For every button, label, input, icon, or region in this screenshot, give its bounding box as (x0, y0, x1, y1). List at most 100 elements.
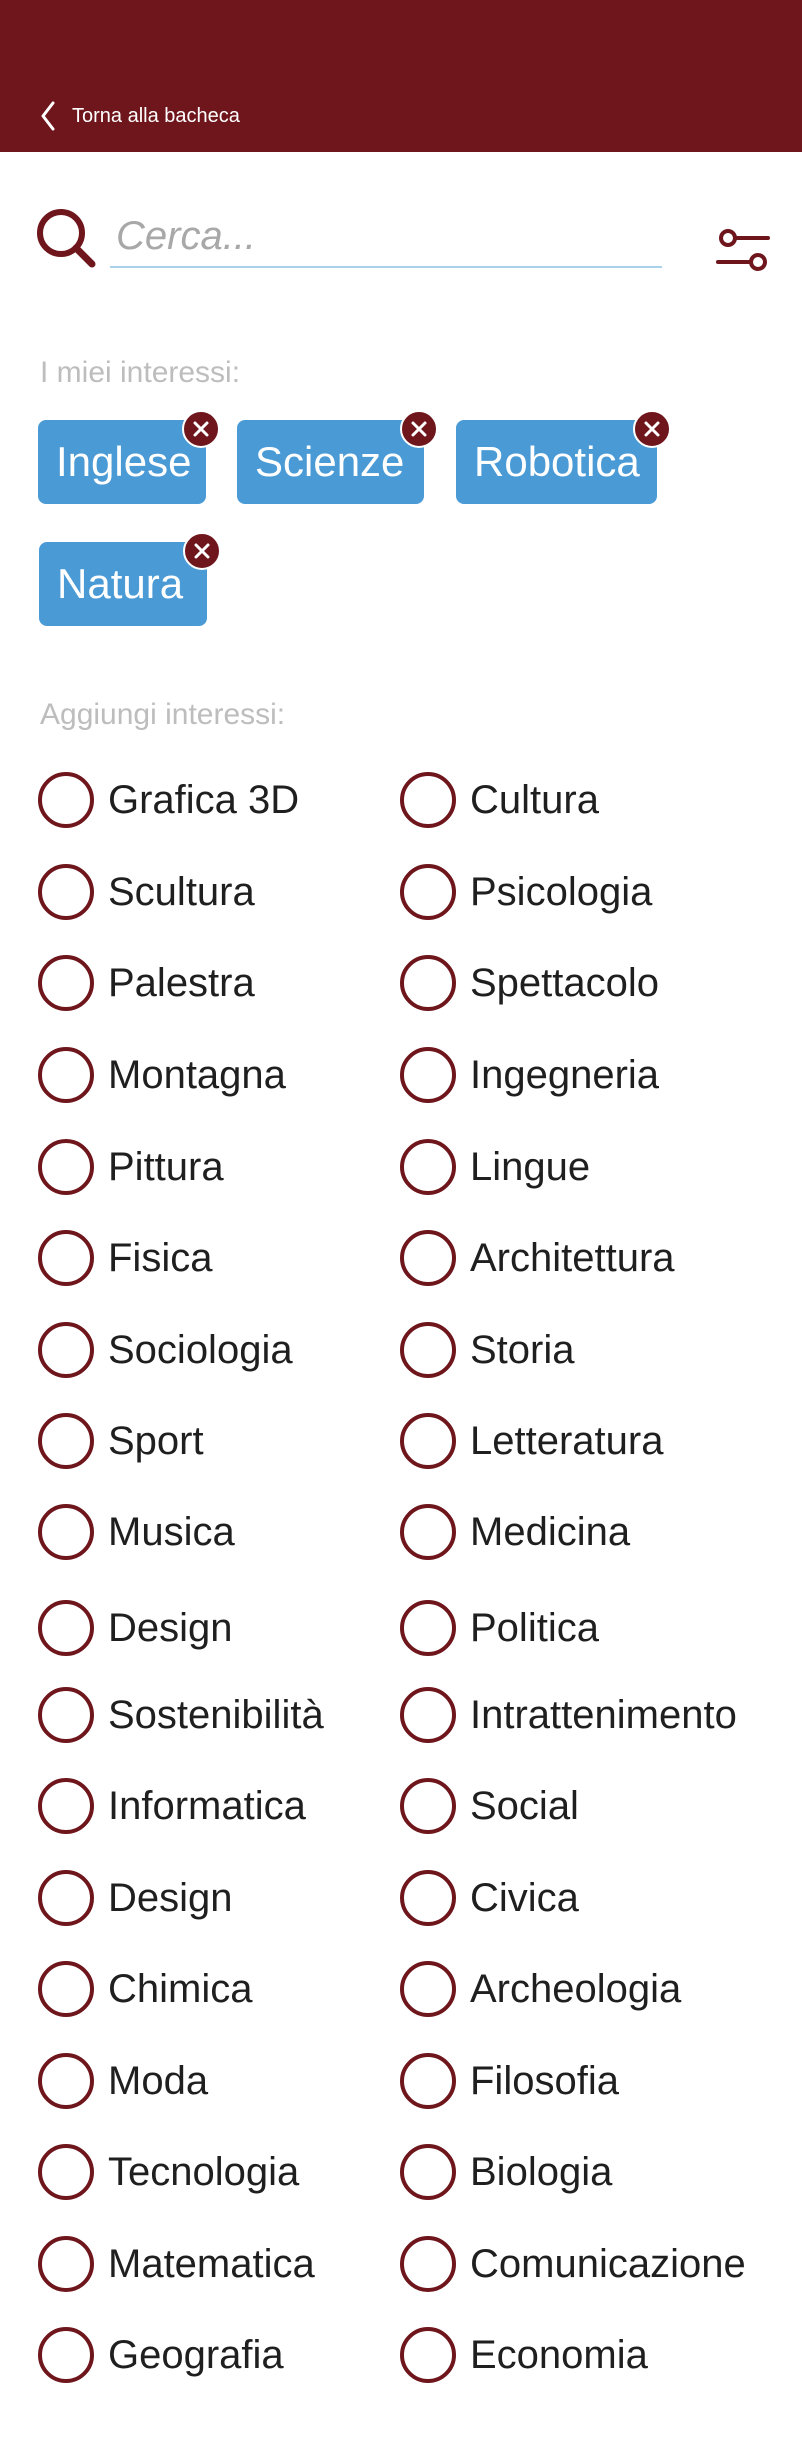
radio-empty-icon[interactable] (400, 1139, 456, 1195)
interest-option[interactable]: Grafica 3D (38, 770, 299, 830)
interest-option-label: Musica (108, 1509, 235, 1554)
interest-option[interactable]: Scultura (38, 862, 255, 922)
interest-option[interactable]: Informatica (38, 1776, 306, 1836)
interest-option[interactable]: Spettacolo (400, 953, 659, 1013)
radio-empty-icon[interactable] (38, 2053, 94, 2109)
interest-option[interactable]: Comunicazione (400, 2234, 746, 2294)
add-interests-label: Aggiungi interessi: (40, 698, 286, 731)
radio-empty-icon[interactable] (38, 1230, 94, 1286)
interest-option[interactable]: Economia (400, 2325, 648, 2385)
radio-empty-icon[interactable] (38, 1600, 94, 1656)
chevron-left-icon (41, 101, 55, 131)
radio-empty-icon[interactable] (38, 1687, 94, 1743)
interest-option-label: Chimica (108, 1966, 253, 2011)
radio-empty-icon[interactable] (400, 1047, 456, 1103)
interest-option-label: Lingue (470, 1144, 591, 1189)
interest-option-label: Ingegneria (470, 1052, 660, 1097)
radio-empty-icon[interactable] (400, 955, 456, 1011)
back-button[interactable]: Torna alla bacheca (38, 96, 240, 136)
interest-option[interactable]: Tecnologia (38, 2142, 299, 2202)
radio-empty-icon[interactable] (38, 1139, 94, 1195)
interest-option[interactable]: Cultura (400, 770, 599, 830)
interest-option[interactable]: Letteratura (400, 1411, 663, 1471)
interest-option[interactable]: Psicologia (400, 862, 652, 922)
interest-option-label: Tecnologia (108, 2149, 300, 2194)
interest-option[interactable]: Social (400, 1776, 579, 1836)
interest-option[interactable]: Medicina (400, 1502, 630, 1562)
interest-option[interactable]: Sociologia (38, 1320, 293, 1380)
radio-empty-icon[interactable] (38, 2236, 94, 2292)
interest-option[interactable]: Intrattenimento (400, 1685, 737, 1745)
radio-empty-icon[interactable] (400, 2327, 456, 2383)
interest-option[interactable]: Civica (400, 1868, 579, 1928)
interest-option[interactable]: Pittura (38, 1137, 224, 1197)
interest-option[interactable]: Palestra (38, 953, 255, 1013)
interest-option[interactable]: Sport (38, 1411, 204, 1471)
close-icon (644, 421, 660, 437)
close-icon (194, 543, 210, 559)
interest-option-label: Economia (470, 2332, 648, 2377)
interest-option[interactable]: Lingue (400, 1137, 590, 1197)
radio-empty-icon[interactable] (400, 772, 456, 828)
interest-option-label: Letteratura (470, 1418, 664, 1463)
interest-chip: Natura (39, 532, 221, 626)
interest-option[interactable]: Moda (38, 2051, 208, 2111)
interest-option-label: Sostenibilità (108, 1692, 324, 1737)
remove-chip-button[interactable] (183, 532, 221, 570)
interest-option-label: Politica (470, 1605, 599, 1650)
radio-empty-icon[interactable] (400, 2053, 456, 2109)
interest-option[interactable]: Fisica (38, 1228, 212, 1288)
interest-option[interactable]: Storia (400, 1320, 575, 1380)
radio-empty-icon[interactable] (38, 1504, 94, 1560)
interest-chip: Inglese (38, 410, 220, 504)
radio-empty-icon[interactable] (38, 1961, 94, 2017)
radio-empty-icon[interactable] (38, 1413, 94, 1469)
radio-empty-icon[interactable] (400, 1504, 456, 1560)
interest-option[interactable]: Musica (38, 1502, 235, 1562)
radio-empty-icon[interactable] (38, 2327, 94, 2383)
radio-empty-icon[interactable] (400, 1230, 456, 1286)
radio-empty-icon[interactable] (38, 1778, 94, 1834)
remove-chip-button[interactable] (400, 410, 438, 448)
radio-empty-icon[interactable] (38, 1047, 94, 1103)
interest-option[interactable]: Design (38, 1868, 233, 1928)
interest-option[interactable]: Ingegneria (400, 1045, 659, 1105)
radio-empty-icon[interactable] (400, 2144, 456, 2200)
radio-empty-icon[interactable] (400, 1687, 456, 1743)
search-icon (37, 209, 96, 268)
interest-option-label: Informatica (108, 1783, 306, 1828)
interest-option[interactable]: Design (38, 1598, 233, 1658)
interest-option[interactable]: Sostenibilità (38, 1685, 324, 1745)
radio-empty-icon[interactable] (38, 864, 94, 920)
radio-empty-icon[interactable] (400, 1322, 456, 1378)
interest-option-label: Spettacolo (470, 960, 660, 1005)
interest-option[interactable]: Montagna (38, 1045, 286, 1105)
radio-empty-icon[interactable] (38, 2144, 94, 2200)
interest-option-label: Cultura (470, 777, 599, 822)
radio-empty-icon[interactable] (38, 772, 94, 828)
interest-option[interactable]: Geografia (38, 2325, 284, 2385)
radio-empty-icon[interactable] (38, 1322, 94, 1378)
interest-option[interactable]: Politica (400, 1598, 599, 1658)
radio-empty-icon[interactable] (400, 2236, 456, 2292)
interest-option[interactable]: Filosofia (400, 2051, 619, 2111)
radio-empty-icon[interactable] (400, 864, 456, 920)
remove-chip-button[interactable] (633, 410, 671, 448)
search-input[interactable] (110, 206, 662, 268)
interest-option[interactable]: Archeologia (400, 1959, 681, 2019)
remove-chip-button[interactable] (182, 410, 220, 448)
interest-option[interactable]: Chimica (38, 1959, 252, 2019)
radio-empty-icon[interactable] (400, 1600, 456, 1656)
radio-empty-icon[interactable] (38, 1870, 94, 1926)
radio-empty-icon[interactable] (400, 1870, 456, 1926)
radio-empty-icon[interactable] (400, 1961, 456, 2017)
filter-sliders-icon[interactable] (714, 226, 772, 274)
interest-option[interactable]: Biologia (400, 2142, 612, 2202)
interest-option-label: Geografia (108, 2332, 284, 2377)
interest-option-label: Civica (470, 1875, 579, 1920)
interest-option[interactable]: Architettura (400, 1228, 675, 1288)
radio-empty-icon[interactable] (400, 1413, 456, 1469)
radio-empty-icon[interactable] (38, 955, 94, 1011)
radio-empty-icon[interactable] (400, 1778, 456, 1834)
interest-option[interactable]: Matematica (38, 2234, 315, 2294)
